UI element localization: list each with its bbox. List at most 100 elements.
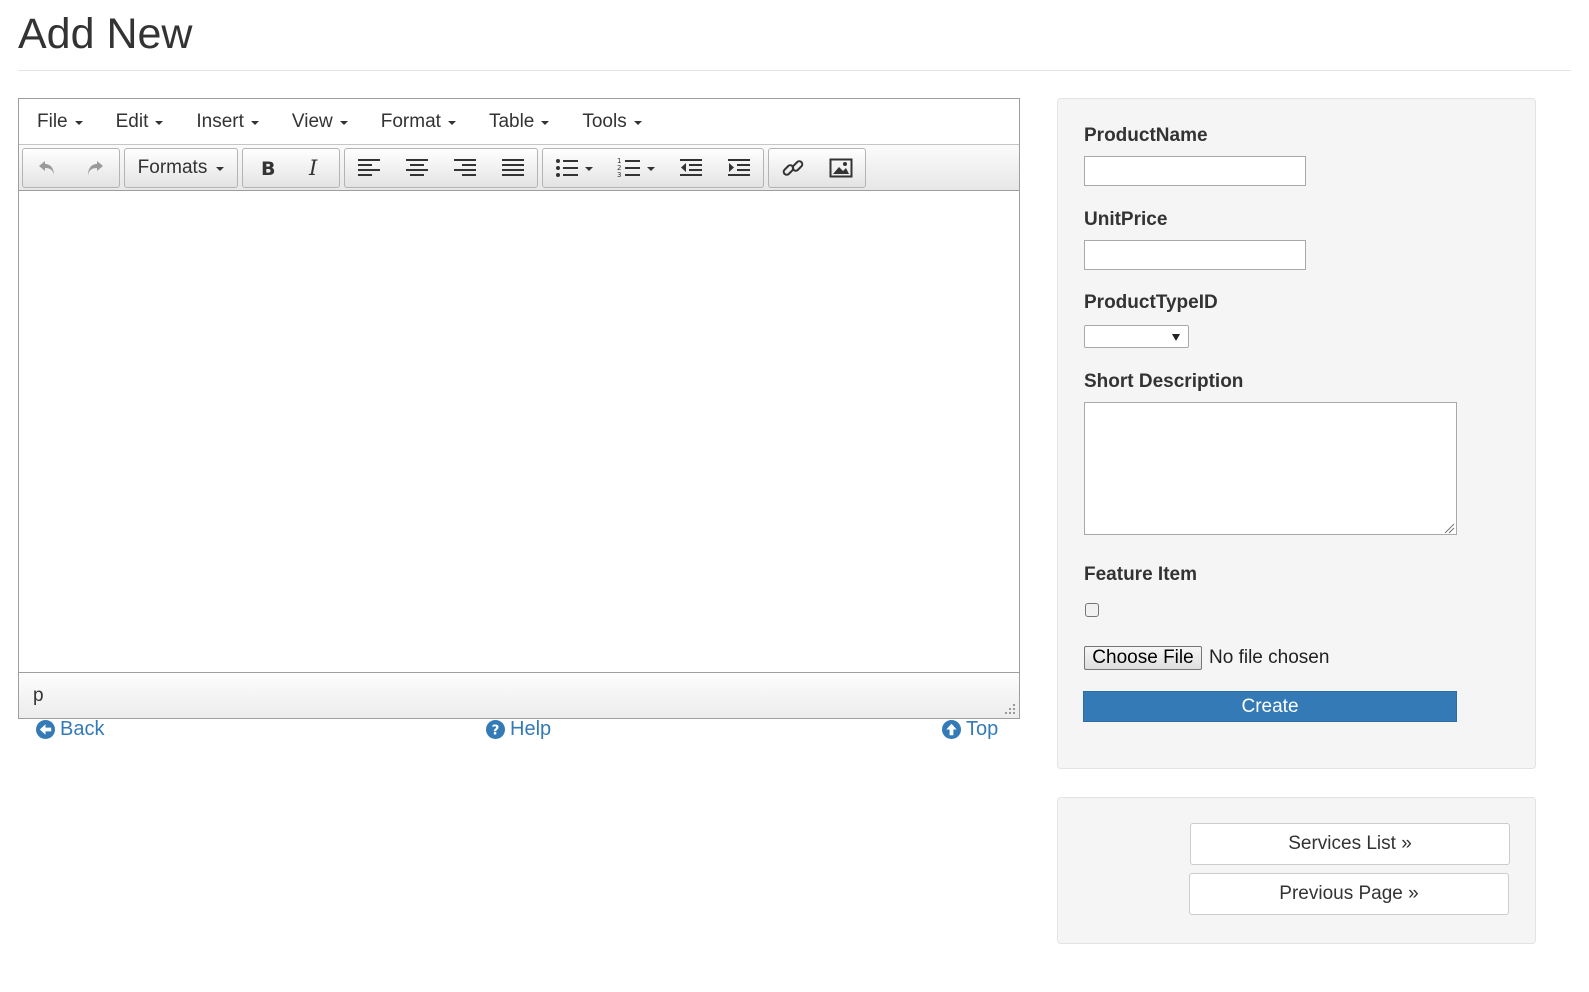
redo-icon — [88, 160, 103, 175]
bold-icon: B — [261, 158, 275, 179]
back-link-label: Back — [60, 718, 105, 740]
rich-text-editor: File Edit Insert View Format Table Tools… — [18, 98, 1020, 719]
svg-text:?: ? — [492, 723, 500, 738]
product-form-panel: ProductName UnitPrice ProductTypeID Shor… — [1057, 98, 1536, 769]
create-button[interactable]: Create — [1083, 691, 1457, 722]
previous-page-button[interactable]: Previous Page » — [1189, 873, 1509, 915]
menu-format[interactable]: Format — [381, 111, 456, 133]
indent-button[interactable] — [715, 149, 763, 187]
outdent-icon — [680, 158, 702, 176]
align-right-icon — [454, 158, 476, 176]
align-center-icon — [406, 158, 428, 176]
link-button[interactable] — [769, 149, 817, 187]
resize-grip-icon[interactable] — [1002, 701, 1016, 715]
svg-text:3: 3 — [617, 171, 621, 179]
help-link[interactable]: ? Help — [486, 718, 551, 741]
image-icon — [829, 158, 853, 177]
short-description-textarea[interactable] — [1084, 402, 1457, 535]
caret-down-icon — [216, 166, 225, 171]
italic-icon: I — [308, 157, 318, 179]
circle-arrow-left-icon — [36, 720, 55, 739]
feature-item-checkbox[interactable] — [1085, 603, 1099, 617]
editor-statusbar: p — [19, 672, 1019, 718]
menu-view-label: View — [291, 110, 333, 132]
link-icon — [782, 159, 804, 176]
menu-insert[interactable]: Insert — [196, 111, 259, 133]
formats-dropdown[interactable]: Formats — [125, 149, 237, 187]
menu-edit[interactable]: Edit — [116, 111, 164, 133]
bullet-list-icon — [556, 158, 578, 177]
menu-edit-label: Edit — [115, 110, 149, 132]
redo-button[interactable] — [71, 149, 119, 187]
align-center-button[interactable] — [393, 149, 441, 187]
menu-format-label: Format — [380, 110, 441, 132]
caret-down-icon — [633, 120, 642, 125]
element-path[interactable]: p — [33, 685, 44, 707]
short-description-label: Short Description — [1084, 371, 1244, 392]
navigation-panel: Services List » Previous Page » — [1057, 797, 1536, 944]
align-right-button[interactable] — [441, 149, 489, 187]
undo-icon — [39, 160, 54, 175]
editor-toolbar: Formats B I 1 2 3 — [19, 145, 1019, 191]
indent-icon — [728, 158, 750, 176]
product-name-label: ProductName — [1084, 125, 1208, 146]
unit-price-label: UnitPrice — [1084, 209, 1168, 230]
caret-down-icon — [74, 120, 83, 125]
undo-button[interactable] — [23, 149, 71, 187]
editor-content[interactable] — [19, 191, 1019, 672]
caret-down-icon — [647, 166, 655, 171]
numbered-list-button[interactable]: 123 — [605, 149, 667, 187]
caret-down-icon — [541, 120, 550, 125]
text-style-group: B I — [242, 147, 340, 188]
menu-table-label: Table — [488, 110, 535, 132]
history-group — [22, 147, 120, 188]
align-left-icon — [358, 158, 380, 176]
dropdown-arrow-icon — [1172, 334, 1180, 341]
svg-text:I: I — [308, 157, 318, 179]
services-list-button[interactable]: Services List » — [1190, 823, 1510, 865]
circle-arrow-up-icon — [942, 720, 961, 739]
formats-label: Formats — [137, 156, 208, 178]
align-justify-button[interactable] — [489, 149, 537, 187]
product-type-select[interactable] — [1084, 325, 1189, 348]
formats-group: Formats — [124, 147, 238, 188]
title-divider — [18, 70, 1571, 71]
back-link[interactable]: Back — [36, 718, 104, 741]
menu-file[interactable]: File — [37, 111, 83, 133]
align-left-button[interactable] — [345, 149, 393, 187]
top-link-label: Top — [966, 718, 999, 740]
question-circle-icon: ? — [486, 720, 505, 739]
help-link-label: Help — [510, 718, 552, 740]
caret-down-icon — [250, 120, 259, 125]
bullet-list-button[interactable] — [543, 149, 605, 187]
alignment-group — [344, 147, 538, 188]
image-button[interactable] — [817, 149, 865, 187]
list-group: 123 — [542, 147, 764, 188]
textarea-resize-icon[interactable] — [1444, 523, 1455, 534]
bold-button[interactable]: B — [243, 149, 291, 187]
insert-group — [768, 147, 866, 188]
editor-menubar: File Edit Insert View Format Table Tools — [19, 99, 1019, 145]
menu-tools[interactable]: Tools — [582, 111, 642, 133]
menu-file-label: File — [37, 110, 68, 132]
feature-item-label: Feature Item — [1084, 564, 1197, 585]
product-name-input[interactable] — [1084, 156, 1306, 186]
caret-down-icon — [155, 120, 164, 125]
italic-button[interactable]: I — [291, 149, 339, 187]
unit-price-input[interactable] — [1084, 240, 1306, 270]
page-title: Add New — [18, 10, 193, 58]
menu-table[interactable]: Table — [488, 110, 550, 133]
menu-view[interactable]: View — [292, 111, 348, 133]
caret-down-icon — [447, 120, 456, 125]
numbered-list-icon: 123 — [617, 157, 640, 179]
caret-down-icon — [585, 166, 593, 171]
menu-insert-label: Insert — [196, 110, 244, 132]
outdent-button[interactable] — [667, 149, 715, 187]
file-status-text: No file chosen — [1209, 647, 1330, 668]
caret-down-icon — [339, 120, 348, 125]
footer-links: Back ? Help Top — [36, 718, 998, 746]
choose-file-button[interactable]: Choose File — [1084, 646, 1202, 670]
top-link[interactable]: Top — [942, 718, 998, 741]
product-type-label: ProductTypeID — [1084, 292, 1218, 313]
align-justify-icon — [502, 158, 524, 176]
